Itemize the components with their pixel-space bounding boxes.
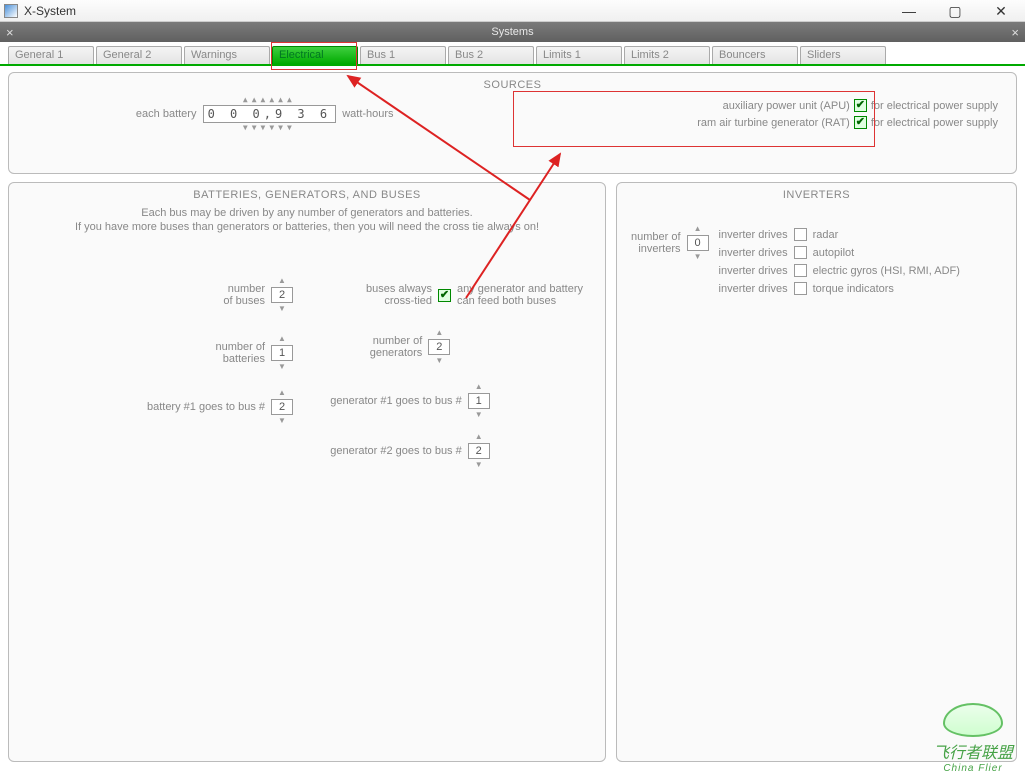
num-generators-stepper[interactable]: ▲ ▼ bbox=[428, 339, 450, 355]
inverter-drive-item-label: autopilot bbox=[813, 247, 855, 259]
num-batteries-label: number of batteries bbox=[215, 341, 265, 365]
tab-bar: General 1General 2WarningsElectricalBus … bbox=[0, 42, 1025, 66]
chevron-down-icon[interactable]: ▼ bbox=[694, 254, 702, 260]
num-generators-input[interactable] bbox=[428, 339, 450, 355]
inverter-drive-checkbox[interactable] bbox=[794, 282, 807, 295]
inverter-drive-row: inverter drives electric gyros (HSI, RMI,… bbox=[719, 264, 960, 277]
watermark: 飞行者联盟 China Flier bbox=[933, 703, 1013, 774]
tab-limits-2[interactable]: Limits 2 bbox=[624, 46, 710, 64]
num-batteries-input[interactable] bbox=[271, 345, 293, 361]
apu-label-left: auxiliary power unit (APU) bbox=[723, 100, 850, 112]
tab-sliders[interactable]: Sliders bbox=[800, 46, 886, 64]
num-buses-label: number of buses bbox=[223, 283, 265, 307]
cross-tied-checkbox[interactable]: ✔ bbox=[438, 289, 451, 302]
num-inverters-input[interactable] bbox=[687, 235, 709, 251]
chevron-up-icon[interactable]: ▲ bbox=[278, 278, 286, 284]
inverter-drives-label: inverter drives bbox=[719, 283, 788, 295]
tab-general-1[interactable]: General 1 bbox=[8, 46, 94, 64]
chevron-up-icon[interactable]: ▲ bbox=[278, 336, 286, 342]
minimize-button[interactable]: — bbox=[895, 4, 923, 18]
tab-general-2[interactable]: General 2 bbox=[96, 46, 182, 64]
sources-title: SOURCES bbox=[17, 79, 1008, 91]
gen1-bus-stepper[interactable]: ▲ ▼ bbox=[468, 393, 490, 409]
chevron-up-icon[interactable]: ▲ bbox=[435, 330, 443, 336]
gen1-bus-input[interactable] bbox=[468, 393, 490, 409]
gen1-bus-label: generator #1 goes to bus # bbox=[330, 395, 461, 407]
maximize-button[interactable]: ▢ bbox=[941, 4, 969, 18]
inverter-drives-label: inverter drives bbox=[719, 265, 788, 277]
inverter-drive-checkbox[interactable] bbox=[794, 246, 807, 259]
chevron-down-icon[interactable]: ▼ bbox=[475, 412, 483, 418]
bgb-note1: Each bus may be driven by any number of … bbox=[17, 207, 597, 219]
inverters-title: INVERTERS bbox=[625, 189, 1008, 201]
inverter-drive-row: inverter drives radar bbox=[719, 228, 960, 241]
sources-panel: SOURCES each battery ▲▲▲▲▲▲ 0 0 0,9 3 6 … bbox=[8, 72, 1017, 174]
cross-tied-label-right: any generator and battery can feed both … bbox=[457, 283, 583, 307]
cross-tied-label-left: buses always cross-tied bbox=[366, 283, 432, 307]
bat1-bus-stepper[interactable]: ▲ ▼ bbox=[271, 399, 293, 415]
chevron-up-icon[interactable]: ▲ bbox=[694, 226, 702, 232]
rat-label-left: ram air turbine generator (RAT) bbox=[697, 117, 850, 129]
watermark-logo-icon bbox=[943, 703, 1003, 737]
battery-label-right: watt-hours bbox=[342, 108, 393, 120]
chevron-up-icon[interactable]: ▲ bbox=[475, 434, 483, 440]
window-title: X-System bbox=[24, 4, 895, 18]
tab-bus-2[interactable]: Bus 2 bbox=[448, 46, 534, 64]
num-inverters-stepper[interactable]: ▲ ▼ bbox=[687, 235, 709, 251]
chevron-down-icon[interactable]: ▼ bbox=[278, 306, 286, 312]
apu-label-right: for electrical power supply bbox=[871, 100, 998, 112]
inverter-drive-row: inverter drives autopilot bbox=[719, 246, 960, 259]
bgb-panel: BATTERIES, GENERATORS, AND BUSES Each bu… bbox=[8, 182, 606, 762]
rat-label-right: for electrical power supply bbox=[871, 117, 998, 129]
tab-limits-1[interactable]: Limits 1 bbox=[536, 46, 622, 64]
num-generators-label: number of generators bbox=[370, 335, 423, 359]
rat-checkbox[interactable]: ✔ bbox=[854, 116, 867, 129]
gen2-bus-label: generator #2 goes to bus # bbox=[330, 445, 461, 457]
chevron-down-icon[interactable]: ▼ bbox=[475, 462, 483, 468]
chevron-down-icon[interactable]: ▼ bbox=[278, 364, 286, 370]
chevron-up-icon[interactable]: ▲ bbox=[278, 390, 286, 396]
bgb-note2: If you have more buses than generators o… bbox=[17, 221, 597, 233]
num-buses-stepper[interactable]: ▲ ▼ bbox=[271, 287, 293, 303]
inverter-drive-item-label: torque indicators bbox=[813, 283, 894, 295]
subwindow-bar: × Systems × bbox=[0, 22, 1025, 42]
inverters-panel: INVERTERS number of inverters ▲ ▼ invert… bbox=[616, 182, 1017, 762]
num-buses-input[interactable] bbox=[271, 287, 293, 303]
bgb-title: BATTERIES, GENERATORS, AND BUSES bbox=[17, 189, 597, 201]
num-batteries-stepper[interactable]: ▲ ▼ bbox=[271, 345, 293, 361]
inverter-drive-checkbox[interactable] bbox=[794, 228, 807, 241]
inverter-drive-item-label: electric gyros (HSI, RMI, ADF) bbox=[813, 265, 960, 277]
app-icon bbox=[4, 4, 18, 18]
subwindow-title: Systems bbox=[491, 26, 533, 38]
inverter-drive-checkbox[interactable] bbox=[794, 264, 807, 277]
tab-electrical[interactable]: Electrical bbox=[272, 46, 358, 64]
subwindow-close-right[interactable]: × bbox=[1011, 25, 1019, 40]
titlebar: X-System — ▢ ✕ bbox=[0, 0, 1025, 22]
close-button[interactable]: ✕ bbox=[987, 4, 1015, 18]
bat1-bus-input[interactable] bbox=[271, 399, 293, 415]
gen2-bus-stepper[interactable]: ▲ ▼ bbox=[468, 443, 490, 459]
chevron-down-icon[interactable]: ▼ bbox=[435, 358, 443, 364]
inverter-drive-item-label: radar bbox=[813, 229, 839, 241]
bat1-bus-label: battery #1 goes to bus # bbox=[147, 401, 265, 413]
inverter-drives-label: inverter drives bbox=[719, 229, 788, 241]
num-inverters-label: number of inverters bbox=[631, 231, 681, 255]
tab-bus-1[interactable]: Bus 1 bbox=[360, 46, 446, 64]
watermark-line1: 飞行者联盟 bbox=[933, 739, 1013, 763]
gen2-bus-input[interactable] bbox=[468, 443, 490, 459]
battery-watt-hours-field[interactable]: ▲▲▲▲▲▲ 0 0 0,9 3 6 ▼▼▼▼▼▼ bbox=[203, 105, 336, 123]
inverter-drive-row: inverter drives torque indicators bbox=[719, 282, 960, 295]
tab-bouncers[interactable]: Bouncers bbox=[712, 46, 798, 64]
battery-watt-hours-value: 0 0 0,9 3 6 bbox=[208, 107, 331, 121]
chevron-up-icon[interactable]: ▲ bbox=[475, 384, 483, 390]
battery-label-left: each battery bbox=[136, 108, 197, 120]
apu-checkbox[interactable]: ✔ bbox=[854, 99, 867, 112]
watermark-line2: China Flier bbox=[933, 763, 1013, 774]
tab-warnings[interactable]: Warnings bbox=[184, 46, 270, 64]
chevron-down-icon[interactable]: ▼ bbox=[278, 418, 286, 424]
inverter-drives-label: inverter drives bbox=[719, 247, 788, 259]
subwindow-close-left[interactable]: × bbox=[6, 25, 14, 40]
